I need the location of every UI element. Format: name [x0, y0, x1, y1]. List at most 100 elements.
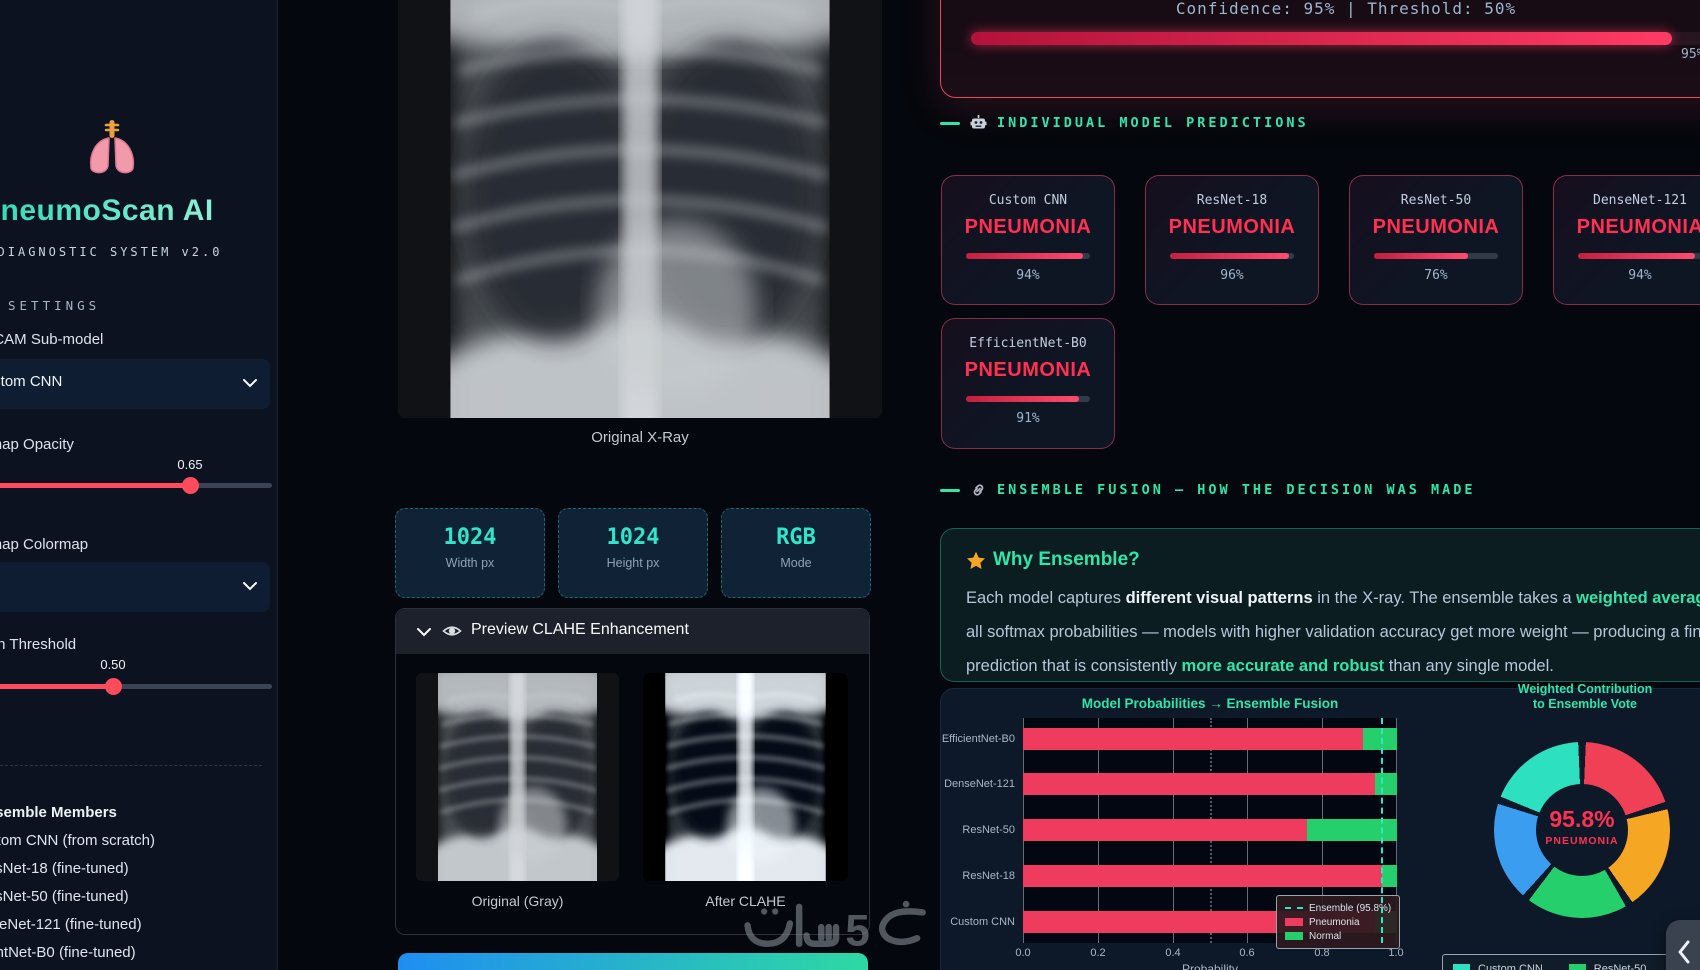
pred-model: DenseNet-121 [1593, 193, 1687, 208]
pred-pct: 91% [1016, 411, 1040, 426]
bar-chart-xlabel: Probability [1181, 962, 1239, 970]
collapse-panel-button[interactable] [1666, 920, 1700, 970]
bar-chart-title: Model Probabilities → Ensemble Fusion [1081, 696, 1339, 711]
member-item: DenseNet-121 (fine-tuned) [0, 916, 142, 933]
height-label: Height px [606, 556, 660, 570]
member-item: Custom CNN (from scratch) [0, 832, 156, 849]
confidence-bar-value: 95% [1681, 47, 1700, 62]
pred-label: PNEUMONIA [1168, 216, 1296, 238]
bar-efficientnetb0 [1023, 728, 1397, 750]
pred-model: ResNet-50 [1400, 193, 1472, 208]
preview-original-caption: Original (Gray) [471, 893, 564, 909]
section-individual-predictions: INDIVIDUAL MODEL PREDICTIONS [940, 115, 1309, 131]
chevron-down-icon [243, 379, 257, 388]
khamsat-watermark: 5 [742, 898, 954, 965]
xray-caption: Original X-Ray [591, 429, 689, 446]
why-text: Each model captures different visual pat… [966, 589, 1700, 675]
app-subtitle: DIAGNOSTIC SYSTEM v2.0 [0, 245, 223, 259]
threshold-slider[interactable] [0, 678, 272, 701]
clahe-expander-header[interactable]: Preview CLAHE Enhancement [396, 609, 869, 654]
donut-center-value: 95.8% [1549, 806, 1615, 832]
pred-label: PNEUMONIA [964, 359, 1092, 381]
pred-card-resnet18: ResNet-18 PNEUMONIA 96% [1145, 175, 1319, 305]
bar-resnet50 [1023, 819, 1397, 841]
sidebar: PneumoScan AI DIAGNOSTIC SYSTEM v2.0 SET… [0, 0, 278, 970]
pred-model: ResNet-18 [1196, 193, 1268, 208]
width-value: 1024 [443, 525, 497, 550]
app-title: PneumoScan AI [0, 194, 214, 228]
pred-label: PNEUMONIA [1372, 216, 1500, 238]
info-card-mode: RGB Mode [721, 508, 871, 598]
opacity-value: 0.65 [177, 457, 203, 472]
legend-resnet50-swatch [1568, 964, 1586, 970]
info-card-width: 1024 Width px [395, 508, 545, 598]
confidence-bar-fill [971, 32, 1673, 45]
pred-card-efficientnetb0: EfficientNet-B0 PNEUMONIA 91% [941, 318, 1115, 449]
member-item: EfficientNet-B0 (fine-tuned) [0, 944, 136, 961]
colormap-select[interactable] [0, 562, 270, 612]
threshold-label: Decision Threshold [0, 636, 77, 653]
threshold-value: 0.50 [100, 657, 126, 672]
dash-icon [940, 121, 960, 125]
donut-center-label: PNEUMONIA [1545, 835, 1619, 847]
app-window: PneumoScan AI DIAGNOSTIC SYSTEM v2.0 SET… [0, 0, 1700, 970]
opacity-slider-thumb[interactable] [182, 477, 199, 494]
pred-card-custom-cnn: Custom CNN PNEUMONIA 94% [941, 175, 1115, 305]
info-card-height: 1024 Height px [558, 508, 708, 598]
height-value: 1024 [606, 525, 660, 550]
opacity-slider[interactable] [0, 477, 272, 500]
preview-clahe-image[interactable] [643, 673, 848, 881]
section-title: ENSEMBLE FUSION — HOW THE DECISION WAS M… [997, 482, 1476, 498]
threshold-slider-thumb[interactable] [105, 678, 122, 695]
pred-label: PNEUMONIA [964, 216, 1092, 238]
donut-center: 95.8% PNEUMONIA [1536, 784, 1628, 876]
why-ensemble-card: Why Ensemble? Each model captures differ… [940, 528, 1700, 682]
donut-chart-title: Weighted Contribution to Ensemble Vote [1517, 682, 1653, 711]
width-label: Width px [445, 556, 495, 570]
robot-icon [970, 115, 987, 129]
why-title: Why Ensemble? [993, 549, 1140, 570]
ensemble-line [1381, 718, 1383, 943]
legend-ensemble-swatch [1285, 907, 1303, 909]
pred-model: EfficientNet-B0 [969, 336, 1087, 351]
gradcam-select-value: Custom CNN [0, 373, 63, 390]
mode-value: RGB [776, 525, 816, 550]
divider [0, 765, 262, 766]
chevron-down-icon [417, 628, 431, 637]
chevron-down-icon [243, 582, 257, 591]
pred-card-densenet121: DenseNet-121 PNEUMONIA 94% [1553, 175, 1700, 305]
clahe-expander-title: Preview CLAHE Enhancement [471, 621, 689, 638]
preview-original-image[interactable] [416, 673, 619, 881]
member-item: ResNet-18 (fine-tuned) [0, 860, 129, 877]
gradcam-label: Grad-CAM Sub-model [0, 331, 104, 348]
member-item: ResNet-50 (fine-tuned) [0, 888, 129, 905]
lungs-icon [86, 118, 138, 176]
link-icon [973, 484, 984, 496]
svg-text:5: 5 [845, 907, 870, 956]
dash-icon [940, 488, 960, 492]
bar-densenet121 [1023, 773, 1397, 795]
eye-icon [442, 626, 462, 636]
pred-pct: 96% [1220, 268, 1244, 283]
pred-model: Custom CNN [988, 193, 1068, 208]
mode-label: Mode [780, 556, 812, 570]
pred-pct: 94% [1628, 268, 1652, 283]
settings-heading: SETTINGS [8, 298, 101, 313]
members-heading: Ensemble Members [0, 804, 117, 821]
confidence-line: Confidence: 95% | Threshold: 50% [1175, 0, 1517, 18]
original-xray-image[interactable] [398, 0, 882, 418]
clahe-expander: Preview CLAHE Enhancement Original (Gray… [395, 608, 870, 935]
confidence-bar-track [971, 32, 1700, 45]
chevron-left-icon [1678, 940, 1690, 964]
pred-pct: 76% [1424, 268, 1448, 283]
gradcam-select[interactable]: Custom CNN [0, 359, 270, 409]
legend-pneumonia-swatch [1285, 918, 1303, 926]
colormap-label: Heatmap Colormap [0, 536, 89, 553]
legend-custom-cnn-swatch [1453, 964, 1470, 970]
donut-legend: Custom CNN ResNet-50 [1442, 954, 1700, 970]
pred-card-resnet50: ResNet-50 PNEUMONIA 76% [1349, 175, 1523, 305]
section-title: INDIVIDUAL MODEL PREDICTIONS [997, 115, 1309, 131]
pred-pct: 94% [1016, 268, 1040, 283]
opacity-label: Heatmap Opacity [0, 436, 74, 453]
bar-resnet18 [1023, 865, 1397, 887]
